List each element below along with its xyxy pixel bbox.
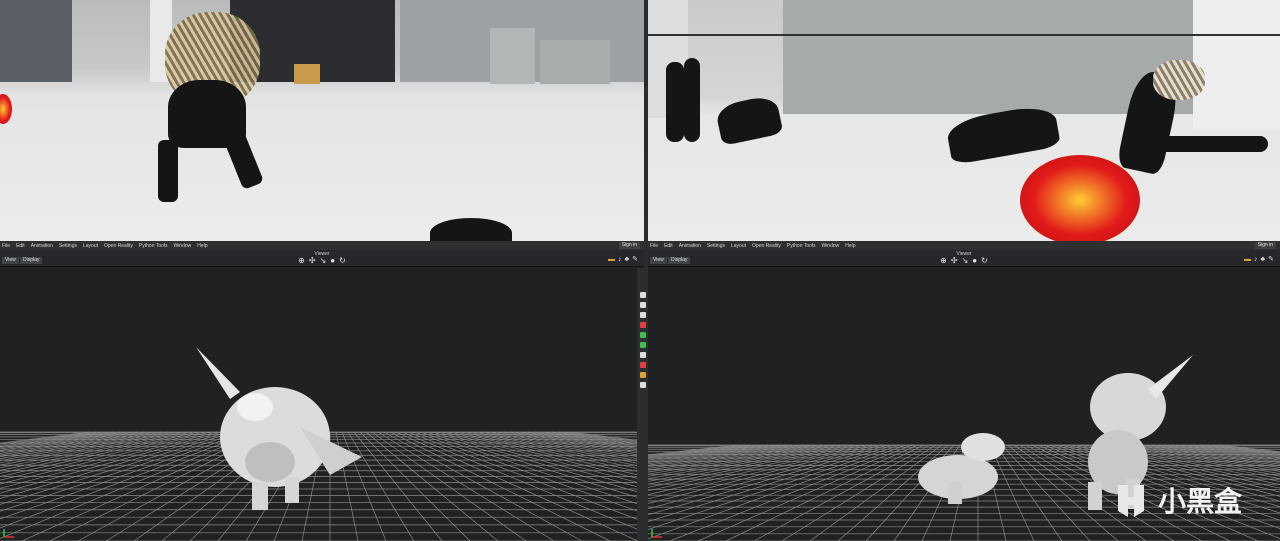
side-wall [1193,0,1280,130]
zoom-tool-icon[interactable] [639,312,646,318]
menu-animation[interactable]: Animation [679,243,701,249]
menu-file[interactable]: File [2,243,10,249]
operator-figure [666,62,684,142]
menu-animation[interactable]: Animation [31,243,53,249]
play-icon[interactable] [639,332,646,338]
view-options: ▬ ♪ ♣ ✎ [1244,256,1274,264]
grid-floor [0,347,644,541]
performer-figure [714,93,784,147]
camera-icon[interactable]: ▬ [608,256,615,264]
camera-icon[interactable]: ▬ [1244,256,1251,264]
move-icon[interactable]: ⊕ [298,256,305,265]
lion-model [196,347,362,510]
equipment-box [490,28,535,84]
scale-icon[interactable]: ● [972,256,977,265]
lying-performer [1158,136,1268,152]
red-lion-head [1020,155,1140,241]
menu-edit[interactable]: Edit [664,243,673,249]
display-button[interactable]: Display [20,257,43,264]
menu-edit[interactable]: Edit [16,243,25,249]
watermark-text: 小黑盒 [1157,486,1242,517]
view-button[interactable]: View [650,257,667,264]
light-icon[interactable]: ♪ [1254,256,1258,264]
rotate-icon[interactable]: ↘ [962,256,969,265]
transform-tools: ⊕ ✣ ↘ ● ↻ [298,256,346,265]
light-icon[interactable]: ♪ [618,256,622,264]
menu-layout[interactable]: Layout [731,243,746,249]
menu-open-reality[interactable]: Open Reality [104,243,133,249]
grab-tool-icon[interactable] [639,302,646,308]
menu-open-reality[interactable]: Open Reality [752,243,781,249]
menu-settings[interactable]: Settings [59,243,77,249]
watermark: 小黑盒 [1112,480,1242,520]
menu-layout[interactable]: Layout [83,243,98,249]
menu-help[interactable]: Help [845,243,855,249]
menu-bar: File Edit Animation Settings Layout Open… [648,241,1280,250]
camera-operator-head [430,218,512,241]
translate-icon[interactable]: ✣ [951,256,958,265]
menu-window[interactable]: Window [821,243,839,249]
lion-costume-head [1153,60,1205,100]
viewer-toolbar: Viewer View Display ⊕ ✣ ↘ ● ↻ ▬ ♪ ♣ ✎ [0,250,644,267]
menu-window[interactable]: Window [173,243,191,249]
rotate-icon[interactable]: ↘ [320,256,327,265]
performer-leg [158,140,178,202]
menu-settings[interactable]: Settings [707,243,725,249]
menu-file[interactable]: File [650,243,658,249]
wall-window [0,0,72,82]
transform-tools: ⊕ ✣ ↘ ● ↻ [940,256,988,265]
pin-icon[interactable]: ♣ [1261,256,1266,264]
sign-in-button[interactable]: Sign in [1254,242,1276,249]
cardboard-box [294,64,320,84]
performer-leg [221,127,265,191]
view-options: ▬ ♪ ♣ ✎ [608,256,638,264]
camera-tool-icon[interactable] [639,372,646,378]
orbit-icon[interactable]: ↻ [981,256,988,265]
viewer-app-left: File Edit Animation Settings Layout Open… [0,241,644,541]
record-icon[interactable] [639,322,646,328]
scale-icon[interactable]: ● [330,256,335,265]
menu-help[interactable]: Help [197,243,207,249]
orbit-icon[interactable]: ↻ [339,256,346,265]
reset-icon[interactable] [639,382,646,388]
settings-icon[interactable]: ✎ [632,256,638,264]
move-icon[interactable]: ⊕ [940,256,947,265]
marker-icon[interactable] [639,362,646,368]
pin-icon[interactable]: ♣ [625,256,630,264]
display-button[interactable]: Display [668,257,691,264]
sign-in-button[interactable]: Sign in [618,242,640,249]
menu-python-tools[interactable]: Python Tools [787,243,816,249]
menu-python-tools[interactable]: Python Tools [139,243,168,249]
lion-model [918,433,1005,504]
lion-head-prop [0,94,12,124]
translate-icon[interactable]: ✣ [309,256,316,265]
viewer-toolbar: Viewer View Display ⊕ ✣ ↘ ● ↻ ▬ ♪ ♣ ✎ [648,250,1280,267]
view-button[interactable]: View [2,257,19,264]
settings-icon[interactable]: ✎ [1268,256,1274,264]
heybox-logo-icon [1112,481,1150,519]
equipment-box [540,40,610,84]
key-icon[interactable] [639,342,646,348]
select-tool-icon[interactable] [639,292,646,298]
vertical-tool-strip [637,268,648,541]
light-tool-icon[interactable] [639,352,646,358]
viewport-3d[interactable] [0,267,644,541]
video-frame-right [648,0,1280,241]
video-frame-left [0,0,644,241]
operator-figure [684,58,700,142]
truss-bar [648,34,1280,36]
menu-bar: File Edit Animation Settings Layout Open… [0,241,644,250]
